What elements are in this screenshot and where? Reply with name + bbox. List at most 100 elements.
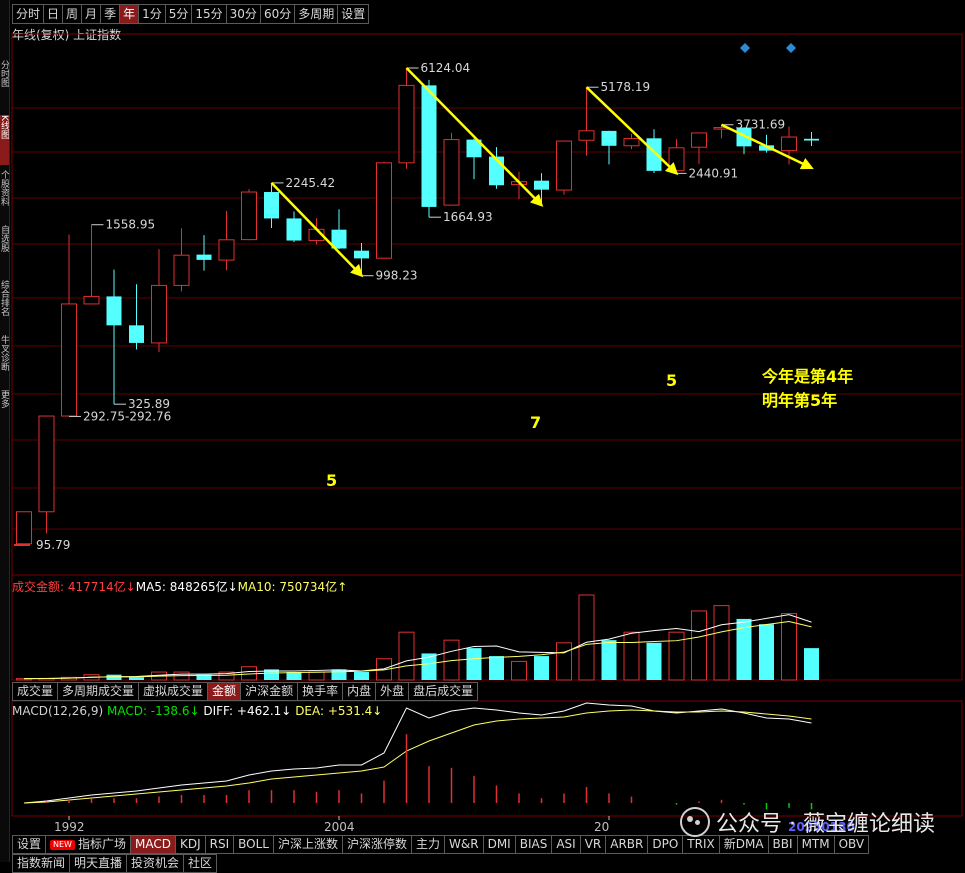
watermark-text: 公众号 · 薇宝缠论细读 [716, 812, 935, 837]
volume-tab-6[interactable]: 内盘 [343, 682, 377, 701]
amount-bar-2024 [781, 613, 797, 681]
price-label-p95: 95.79 [36, 538, 70, 552]
candle-body [241, 191, 257, 241]
candle-2025 [804, 132, 819, 146]
candle-body [196, 254, 212, 260]
macd-legend: MACD(12,26,9) MACD: -138.6↓ DIFF: +462.1… [12, 704, 383, 718]
amount-bar-2005 [354, 672, 369, 680]
indicator-tab-3[interactable]: KDJ [175, 835, 206, 854]
candle-1999 [218, 211, 235, 271]
bottom-tab-2[interactable]: 投资机会 [127, 854, 185, 873]
annotation-n5b: 5 [666, 371, 677, 390]
candle-body [534, 180, 549, 190]
amount-bar-2021 [713, 605, 730, 681]
x-tick-label-2: 20 [594, 820, 609, 834]
candle-body [16, 511, 32, 545]
indicator-tab-0[interactable]: 设置 [12, 835, 47, 854]
amount-bar-2003 [308, 671, 325, 681]
indicator-tab-13[interactable]: VR [580, 835, 607, 854]
candle-1996 [151, 249, 167, 353]
volume-tab-3[interactable]: 金额 [208, 682, 242, 701]
indicator-tab-2[interactable]: MACD [130, 835, 176, 854]
left-tab-4[interactable]: 综合排名 [0, 280, 9, 330]
left-tab-1[interactable]: K线图 [0, 115, 9, 165]
candle-body [691, 132, 707, 148]
indicator-tab-9[interactable]: W&R [445, 835, 484, 854]
bottom-tab-3[interactable]: 社区 [184, 854, 218, 873]
indicator-tab-4[interactable]: RSI [205, 835, 235, 854]
indicator-tab-6[interactable]: 沪深上涨数 [273, 835, 343, 854]
volume-tab-bar: 成交量 多周期成交量 虚拟成交量 金额 沪深金额 换手率 内盘 外盘 盘后成交量 [12, 682, 479, 701]
volume-tab-5[interactable]: 换手率 [298, 682, 344, 701]
dea-line [23, 709, 812, 804]
macd-params: MACD(12,26,9) [12, 704, 104, 718]
left-tab-0[interactable]: 分时图 [0, 60, 9, 110]
price-label-p2440: 2440.91 [689, 166, 739, 180]
volume-tab-4[interactable]: 沪深金额 [241, 682, 299, 701]
amount-bar-1995 [129, 677, 144, 680]
price-label-p6124: 6124.04 [421, 61, 471, 75]
indicator-tab-1[interactable]: NEW 指标广场 [46, 835, 131, 854]
annotation-note1: 今年是第4年 [761, 367, 853, 386]
candle-body [106, 296, 122, 326]
volume-tab-8[interactable]: 盘后成交量 [409, 682, 479, 701]
indicator-tab-10[interactable]: DMI [483, 835, 516, 854]
candle-body [443, 139, 460, 206]
indicator-tab-12[interactable]: ASI [552, 835, 581, 854]
candle-body [129, 325, 144, 343]
candle-1998 [196, 235, 212, 271]
amount-bar-2012 [511, 660, 527, 681]
diff-line [23, 702, 812, 804]
candle-body [286, 218, 302, 241]
indicator-tab-7[interactable]: 沪深涨停数 [342, 835, 412, 854]
candle-2020 [691, 132, 707, 165]
price-label-p5178: 5178.19 [601, 80, 651, 94]
candle-body [421, 85, 437, 207]
x-tick-label-0: 1992 [54, 820, 85, 834]
candle-body [264, 192, 279, 219]
volume-tab-1[interactable]: 多周期成交量 [58, 682, 140, 701]
left-tab-3[interactable]: 自选股 [0, 225, 9, 275]
candle-body [61, 303, 77, 417]
left-tab-5[interactable]: 牛叉诊断 [0, 335, 9, 385]
left-tab-6[interactable]: 更多 [0, 390, 9, 440]
price-label-p2245: 2245.42 [286, 176, 336, 190]
volume-tab-2[interactable]: 虚拟成交量 [139, 682, 209, 701]
candle-1990 [16, 511, 32, 545]
diff-value: DIFF: +462.1 [203, 704, 282, 718]
left-tab-2[interactable]: 个股资料 [0, 170, 9, 220]
kline-chart-canvas[interactable]: 1992 2004 20 20250130 6124.045178.193731.69… [10, 0, 965, 862]
candle-1991 [38, 415, 55, 534]
candle-body [38, 415, 55, 513]
bottom-tab-0[interactable]: 指数新闻 [12, 854, 71, 873]
indicator-tab-8[interactable]: 主力 [412, 835, 446, 854]
amount-bar-2016 [601, 640, 617, 680]
indicator-tab-14[interactable]: ARBR [606, 835, 649, 854]
candle-body [556, 140, 572, 191]
candle-1995 [129, 284, 144, 350]
amount-label: 成交金额: 417714亿 [12, 580, 126, 594]
indicator-tab-5[interactable]: BOLL [234, 835, 274, 854]
indicator-tab-15[interactable]: DPO [648, 835, 684, 854]
price-label-p292: 292.75-292.76 [83, 409, 171, 423]
amount-bar-2007 [398, 631, 415, 681]
amount-bar-2004 [331, 669, 347, 680]
ma10-label: MA10: 750734亿↑ [237, 580, 348, 594]
volume-tab-7[interactable]: 外盘 [376, 682, 410, 701]
candle-2008 [421, 79, 437, 218]
candle-2014 [556, 140, 572, 195]
candle-body [376, 162, 392, 259]
amount-bar-2014 [556, 642, 572, 681]
bottom-tab-1[interactable]: 明天直播 [70, 854, 128, 873]
candle-body [781, 136, 797, 152]
candle-2016 [601, 130, 617, 165]
volume-tab-0[interactable]: 成交量 [12, 682, 59, 701]
candle-body [601, 130, 617, 146]
candle-2015 [578, 87, 595, 156]
candle-body [173, 254, 190, 286]
candle-2007 [398, 68, 415, 169]
indicator-tab-11[interactable]: BIAS [515, 835, 553, 854]
price-label-p1558: 1558.95 [106, 218, 156, 232]
candle-1997 [173, 228, 190, 292]
candle-1993 [83, 224, 100, 305]
